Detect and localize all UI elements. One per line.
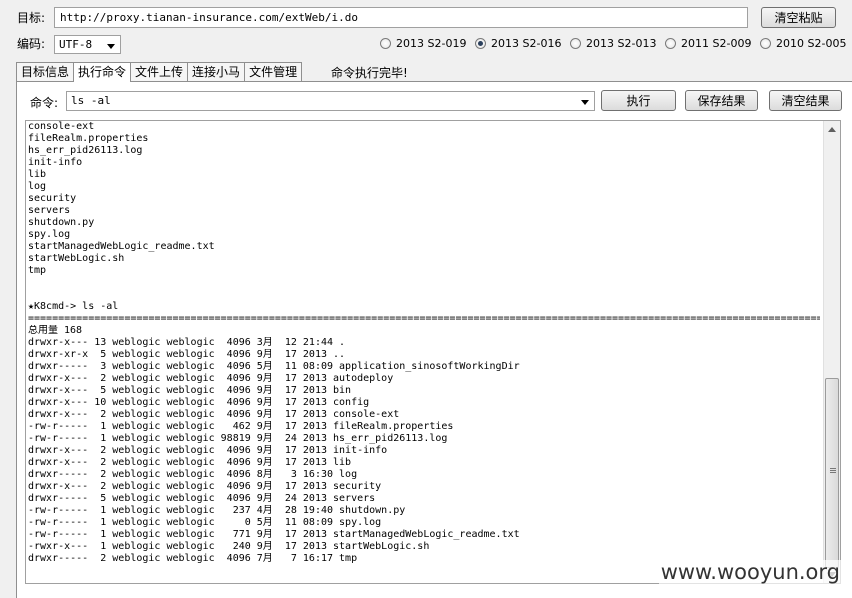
encoding-select[interactable]: UTF-8 — [54, 35, 121, 54]
output-line: drwxr-xr-x 5 weblogic weblogic 4096 9月 1… — [28, 349, 346, 360]
output-text: console-ext fileRealm.properties hs_err_pi… — [28, 121, 820, 565]
clear-results-button[interactable]: 清空结果 — [769, 90, 842, 111]
output-line: -rwxr-x--- 1 weblogic weblogic 240 9月 17… — [28, 541, 430, 552]
output-line: startManagedWebLogic_readme.txt — [28, 241, 215, 252]
radio-selected-icon — [475, 37, 486, 49]
output-line: hs_err_pid26113.log — [28, 145, 143, 156]
radio-icon — [380, 37, 391, 49]
output-line: drwxr-x--- 5 weblogic weblogic 4096 9月 1… — [28, 385, 352, 396]
output-line: ★K8cmd-> ls -al — [28, 301, 119, 312]
exploit-radio-s2-013[interactable]: 2013 S2-013 — [570, 35, 656, 51]
output-line: -rw-r----- 1 weblogic weblogic 771 9月 17… — [28, 529, 520, 540]
radio-icon — [760, 37, 771, 49]
radio-icon — [665, 37, 676, 49]
grip-icon — [830, 468, 836, 469]
exploit-radio-s2-009[interactable]: 2011 S2-009 — [665, 35, 751, 51]
command-input[interactable]: ls -al — [66, 91, 595, 111]
output-line: security — [28, 193, 77, 204]
output-line: drwxr----- 2 weblogic weblogic 4096 8月 3… — [28, 469, 358, 480]
output-line: log — [28, 181, 47, 192]
output-line: drwxr----- 5 weblogic weblogic 4096 9月 2… — [28, 493, 376, 504]
output-scrollbar[interactable] — [823, 121, 840, 583]
chevron-down-icon — [107, 44, 115, 49]
tab-bar: 目标信息 执行命令 文件上传 连接小马 文件管理 — [16, 62, 303, 82]
output-line: spy.log — [28, 229, 71, 240]
encoding-value: UTF-8 — [59, 38, 93, 51]
scroll-thumb[interactable] — [825, 378, 839, 568]
output-line: tmp — [28, 265, 47, 276]
output-line: ========================================… — [28, 313, 820, 324]
output-line: startWebLogic.sh — [28, 253, 125, 264]
output-line: console-ext — [28, 121, 95, 132]
output-line: lib — [28, 169, 47, 180]
output-line: drwxr-x--- 2 weblogic weblogic 4096 9月 1… — [28, 457, 352, 468]
output-line: 总用量 168 — [28, 325, 83, 336]
output-line: drwxr-x--- 2 weblogic weblogic 4096 9月 1… — [28, 481, 382, 492]
output-textarea[interactable]: console-ext fileRealm.properties hs_err_pi… — [25, 120, 841, 584]
encoding-label: 编码: — [17, 37, 46, 51]
exploit-radio-s2-005[interactable]: 2010 S2-005 — [760, 35, 846, 51]
watermark: www.wooyun.org — [658, 560, 842, 584]
output-line: servers — [28, 205, 71, 216]
save-results-button[interactable]: 保存结果 — [685, 90, 758, 111]
clear-paste-button[interactable]: 清空粘贴 — [761, 7, 836, 28]
chevron-down-icon[interactable] — [581, 100, 589, 105]
exploit-radio-s2-016[interactable]: 2013 S2-016 — [475, 35, 561, 51]
radio-icon — [570, 37, 581, 49]
output-line: drwxr----- 3 weblogic weblogic 4096 5月 1… — [28, 361, 520, 372]
target-url-input[interactable]: http://proxy.tianan-insurance.com/extWeb… — [54, 7, 748, 28]
output-line: drwxr-x--- 2 weblogic weblogic 4096 9月 1… — [28, 373, 394, 384]
output-line: -rw-r----- 1 weblogic weblogic 462 9月 17… — [28, 421, 454, 432]
output-line: -rw-r----- 1 weblogic weblogic 237 4月 28… — [28, 505, 406, 516]
status-text: 命令执行完毕! — [331, 66, 408, 80]
exploit-radio-s2-019[interactable]: 2013 S2-019 — [380, 35, 466, 51]
output-line: init-info — [28, 157, 83, 168]
output-line: drwxr-x--- 13 weblogic weblogic 4096 3月 … — [28, 337, 346, 348]
tab-target-info[interactable]: 目标信息 — [16, 62, 75, 81]
output-line: -rw-r----- 1 weblogic weblogic 98819 9月 … — [28, 433, 448, 444]
execute-button[interactable]: 执行 — [601, 90, 676, 111]
output-line: fileRealm.properties — [28, 133, 149, 144]
output-line: drwxr-x--- 10 weblogic weblogic 4096 9月 … — [28, 397, 370, 408]
target-label: 目标: — [17, 11, 46, 25]
command-value: ls -al — [71, 94, 111, 107]
output-line: shutdown.py — [28, 217, 95, 228]
output-line: drwxr-x--- 2 weblogic weblogic 4096 9月 1… — [28, 445, 388, 456]
tab-execute-command[interactable]: 执行命令 — [73, 62, 132, 82]
tab-file-manager[interactable]: 文件管理 — [244, 62, 303, 81]
tab-file-upload[interactable]: 文件上传 — [130, 62, 189, 81]
tab-connect-shell[interactable]: 连接小马 — [187, 62, 246, 81]
output-line: -rw-r----- 1 weblogic weblogic 0 5月 11 0… — [28, 517, 382, 528]
scroll-up-icon[interactable] — [828, 127, 836, 132]
output-line: drwxr-x--- 2 weblogic weblogic 4096 9月 1… — [28, 409, 400, 420]
command-label: 命令: — [30, 96, 59, 110]
